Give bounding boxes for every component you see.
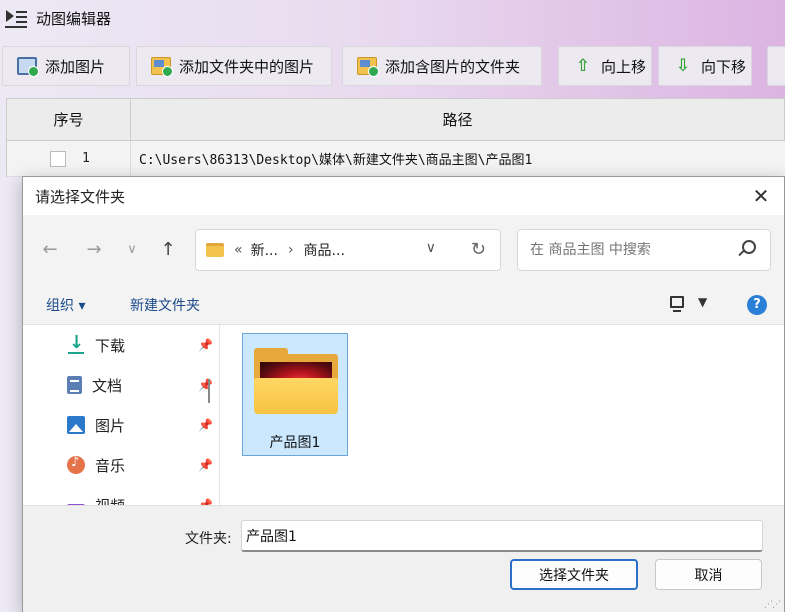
command-bar: 组织 ▾ 新建文件夹 ▼ ?: [23, 287, 784, 325]
pictures-icon: [67, 416, 85, 434]
row-number: 1: [82, 151, 90, 166]
resize-grip-icon[interactable]: ⋰⋰: [764, 600, 781, 610]
folder-content-pane: 产品图1: [219, 325, 784, 505]
table-row[interactable]: 1 C:\Users\86313\Desktop\媒体\新建文件夹\商品主图\产…: [7, 141, 785, 177]
view-icon[interactable]: [670, 296, 684, 312]
document-icon: [67, 376, 82, 394]
add-image-folders-button[interactable]: 添加含图片的文件夹: [342, 46, 542, 86]
dialog-title-bar: 请选择文件夹 ✕: [23, 177, 784, 215]
address-dropdown-chevron-icon[interactable]: ∨: [426, 240, 436, 256]
nav-scrollbar-thumb[interactable]: [208, 379, 210, 403]
folder-tile[interactable]: 产品图1: [242, 333, 348, 456]
arrow-up-icon: ⇧: [575, 56, 591, 76]
add-image-button[interactable]: 添加图片: [2, 46, 130, 86]
add-image-folders-label: 添加含图片的文件夹: [385, 57, 521, 76]
organize-menu[interactable]: 组织 ▾: [46, 295, 85, 315]
new-folder-button[interactable]: 新建文件夹: [130, 295, 200, 315]
forward-arrow-icon[interactable]: →: [81, 237, 107, 263]
folder-field-label: 文件夹:: [185, 531, 232, 547]
image-list-table: 序号 路径 1 C:\Users\86313\Desktop\媒体\新建文件夹\…: [6, 98, 785, 177]
table-header: 序号 路径: [7, 99, 785, 141]
nav-item-pictures[interactable]: 图片 📌: [23, 405, 219, 445]
search-input[interactable]: [530, 242, 720, 258]
folder-picker-dialog: 请选择文件夹 ✕ ← → ∨ ↑ « 新... › 商品... ∨ ↻ 组织 ▾…: [22, 176, 785, 612]
download-icon: [67, 332, 85, 354]
app-title: 动图编辑器: [36, 9, 112, 28]
cancel-button[interactable]: 取消: [655, 559, 762, 590]
dialog-footer: 文件夹: 选择文件夹 取消 ⋰⋰: [23, 505, 784, 612]
address-bar[interactable]: « 新... › 商品... ∨ ↻: [195, 229, 501, 271]
nav-item-label: 图片: [95, 416, 126, 435]
add-folders-icon: [357, 57, 379, 77]
column-header-path[interactable]: 路径: [131, 99, 785, 140]
move-up-label: 向上移: [601, 57, 647, 76]
nav-item-label: 下载: [95, 336, 126, 355]
help-icon[interactable]: ?: [747, 295, 767, 315]
breadcrumb-item[interactable]: 新...: [251, 240, 278, 260]
add-image-label: 添加图片: [45, 57, 106, 76]
breadcrumb-overflow[interactable]: «: [234, 242, 243, 258]
navigation-pane: 下载 📌 文档 📌 图片 📌 音乐 📌 视频 📌: [23, 325, 219, 505]
add-folder-images-button[interactable]: 添加文件夹中的图片: [136, 46, 332, 86]
breadcrumb-separator-icon: ›: [287, 242, 294, 258]
add-folder-images-label: 添加文件夹中的图片: [179, 57, 315, 76]
nav-item-label: 音乐: [95, 456, 126, 475]
folder-icon: [206, 243, 224, 257]
recent-locations-chevron-icon[interactable]: ∨: [119, 237, 145, 263]
move-up-button[interactable]: ⇧ 向上移: [558, 46, 652, 86]
row-checkbox[interactable]: [50, 150, 66, 167]
music-icon: [67, 455, 85, 474]
row-path: C:\Users\86313\Desktop\媒体\新建文件夹\商品主图\产品图…: [139, 153, 533, 168]
close-icon[interactable]: ✕: [750, 185, 772, 207]
dialog-nav-bar: ← → ∨ ↑ « 新... › 商品... ∨ ↻: [23, 215, 784, 287]
nav-item-videos[interactable]: 视频 📌: [23, 485, 219, 505]
add-folder-icon: [151, 57, 173, 77]
breadcrumb-item[interactable]: 商品...: [304, 240, 345, 260]
toolbar: 添加图片 添加文件夹中的图片 添加含图片的文件夹 ⇧ 向上移 ⇩ 向下移: [0, 46, 785, 88]
back-arrow-icon[interactable]: ←: [37, 237, 63, 263]
nav-item-label: 文档: [92, 376, 123, 395]
row-index-cell: 1: [7, 141, 131, 176]
nav-item-documents[interactable]: 文档 📌: [23, 365, 219, 405]
select-folder-button[interactable]: 选择文件夹: [510, 559, 638, 590]
add-image-icon: [17, 57, 39, 77]
dialog-title: 请选择文件夹: [35, 187, 126, 206]
arrow-down-icon: ⇩: [675, 56, 691, 76]
toolbar-overflow-button[interactable]: [767, 46, 785, 86]
folder-name: 产品图1: [269, 435, 321, 451]
view-dropdown-icon[interactable]: ▼: [698, 295, 707, 309]
search-box[interactable]: [517, 229, 771, 271]
title-bar: 动图编辑器: [0, 0, 785, 36]
folder-thumbnail-icon: [254, 348, 338, 414]
folder-name-input[interactable]: [241, 520, 763, 552]
move-down-button[interactable]: ⇩ 向下移: [658, 46, 752, 86]
search-icon[interactable]: [742, 240, 756, 254]
column-header-index[interactable]: 序号: [7, 99, 131, 140]
refresh-icon[interactable]: ↻: [471, 239, 486, 260]
nav-item-downloads[interactable]: 下载 📌: [23, 325, 219, 365]
app-logo-icon: [4, 7, 28, 29]
move-down-label: 向下移: [701, 57, 747, 76]
nav-item-music[interactable]: 音乐 📌: [23, 445, 219, 485]
nav-item-label: 视频: [95, 495, 125, 506]
nav-scrollbar[interactable]: [203, 329, 211, 505]
up-arrow-icon[interactable]: ↑: [155, 237, 181, 263]
